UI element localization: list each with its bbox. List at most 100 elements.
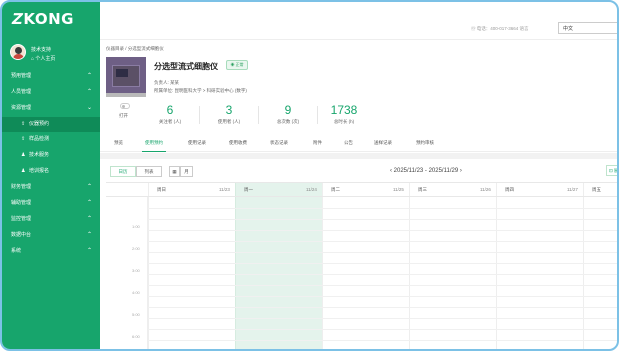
row-line [148,318,617,319]
tab-bar [100,136,617,152]
tab-attachment[interactable]: 附件 [313,140,322,146]
row-line [148,296,617,297]
stat-users: 3 使用者 (人) [209,103,249,125]
chevron-up-icon: ⌃ [86,200,92,206]
language-select[interactable]: 中文 [558,22,617,34]
tab-booking[interactable]: 使用预约 [145,140,163,146]
tab-usage-fee[interactable]: 使用收费 [229,140,247,146]
phone-info-text: 电话：400-017-3664 语言 [476,26,529,31]
stat-value: 1738 [330,103,358,117]
nav-group-0[interactable]: 预用管理 ⌃ [2,69,100,84]
row-line [148,263,617,264]
user-panel[interactable]: 技术支持 ⌂ 个人主页 [10,44,95,66]
view-calendar-button[interactable]: 日历 [110,166,136,177]
logo: ZKONG [10,10,74,28]
tab-booking-review[interactable]: 预约审核 [416,140,434,146]
sidebar-item-tech-service[interactable]: ♟ 技术服务 [2,148,100,163]
row-line [148,230,617,231]
sidebar-item-sample-test[interactable]: ⇪ 样品检测 [2,132,100,147]
nav-group-system[interactable]: 系统 ⌃ [2,244,100,259]
stat-followers: 6 关注者 (人) [150,103,190,125]
service-icon: ♟ [21,152,26,158]
avatar [10,44,26,60]
nav-label: 系统 [11,248,22,254]
sample-icon: ⇪ [21,136,26,142]
divider [199,106,200,124]
chevron-up-icon: ⌃ [86,216,92,222]
time-label: 2:00 [132,246,140,251]
unit-info: 所属单位: 昆明医科大学 > 科研实验中心 (数字) [154,88,247,93]
toggle-label: 打开 [119,113,128,118]
status-text: 正常 [235,62,244,67]
stat-label: 总时长 (h) [333,119,355,124]
nav-group-1[interactable]: 人员管理 ⌃ [2,85,100,100]
stat-label: 使用者 (人) [217,119,241,124]
manager-info: 负责人: 某某 [154,80,180,85]
time-label: 3:00 [132,268,140,273]
app-frame: ZKONG 技术支持 ⌂ 个人主页 预用管理 ⌃ 人员管理 ⌃ 资源管理 ⌄ ⇪ 仪器预… [0,0,619,351]
calendar-grid-icon[interactable]: ▦ [169,166,180,177]
sidebar-item-training[interactable]: ♟ 培训报名 [2,164,100,179]
user-name: 技术支持 [31,47,52,53]
nav-label: 样品检测 [29,136,50,142]
home-link[interactable]: ⌂ 个人主页 [31,55,55,62]
stat-value: 9 [284,103,292,117]
tab-status-record[interactable]: 状态记录 [270,140,288,146]
chevron-down-icon: ⌄ [86,105,92,111]
calendar-grid: 周日 11/23 周一 11/24 周二 11/25 周三 11/26 周四 1… [106,182,617,349]
nav-label: 仪器预约 [29,121,50,127]
row-line [148,329,617,330]
time-label: 5:00 [132,312,140,317]
row-line [148,208,617,209]
nav-label: 财务管理 [11,184,32,190]
date-range-text: 2025/11/23 - 2025/11/29 [393,168,459,174]
nav-label: 数据中台 [11,232,32,238]
nav-label: 预用管理 [11,73,32,79]
row-line [148,252,617,253]
sidebar: ZKONG 技术支持 ⌂ 个人主页 预用管理 ⌃ 人员管理 ⌃ 资源管理 ⌄ ⇪ 仪器预… [2,2,100,349]
view-list-button[interactable]: 列表 [136,166,162,177]
prev-week-icon[interactable]: ‹ [390,168,392,174]
next-week-icon[interactable]: › [460,168,462,174]
top-bar [100,2,617,40]
nav-group-monitor[interactable]: 监控管理 ⌃ [2,212,100,227]
nav-label: 培训报名 [29,168,50,174]
tab-notice[interactable]: 公告 [344,140,353,146]
breadcrumb[interactable]: 仪器目录 / 分选型流式细胞仪 [106,46,164,52]
row-line [148,219,617,220]
stat-value: 3 [225,103,233,117]
nav-label: 资源管理 [11,105,32,111]
page-title: 分选型流式细胞仪 [154,62,218,71]
instrument-image [106,57,146,97]
power-toggle[interactable] [120,103,130,109]
logo-text: KONG [23,10,74,28]
stat-value: 6 [166,103,174,117]
nav-label: 辅助管理 [11,200,32,206]
time-gutter [106,197,148,349]
calendar-header [106,183,617,197]
home-link-label: 个人主页 [35,56,56,62]
sidebar-item-instrument-booking[interactable]: ⇪ 仪器预约 [2,117,100,132]
nav-group-finance[interactable]: 财务管理 ⌃ [2,180,100,195]
tab-overview[interactable]: 预览 [114,140,123,146]
tab-usage-record[interactable]: 使用记录 [188,140,206,146]
status-badge: ◉ 正常 [226,60,248,70]
nav-group-2[interactable]: 资源管理 ⌄ [2,101,100,116]
active-tab-indicator [142,151,166,152]
chevron-up-icon: ⌃ [86,73,92,79]
stat-hours: 1738 总时长 (h) [324,103,364,125]
stat-label: 总次数 (次) [276,119,300,124]
instrument-icon: ⇪ [21,121,26,127]
nav-group-data[interactable]: 数据中台 ⌃ [2,228,100,243]
tab-sample-record[interactable]: 送样记录 [374,140,392,146]
stat-label: 关注者 (人) [158,119,182,124]
view-month-button[interactable]: 月 [180,166,193,177]
time-label: 6:00 [132,334,140,339]
nav-group-aux[interactable]: 辅助管理 ⌃ [2,196,100,211]
row-line [148,241,617,242]
expand-button[interactable]: ⊡ 展 [606,165,617,176]
section-divider [100,153,617,159]
stat-count: 9 总次数 (次) [268,103,308,125]
row-line [148,340,617,341]
time-label: 4:00 [132,290,140,295]
